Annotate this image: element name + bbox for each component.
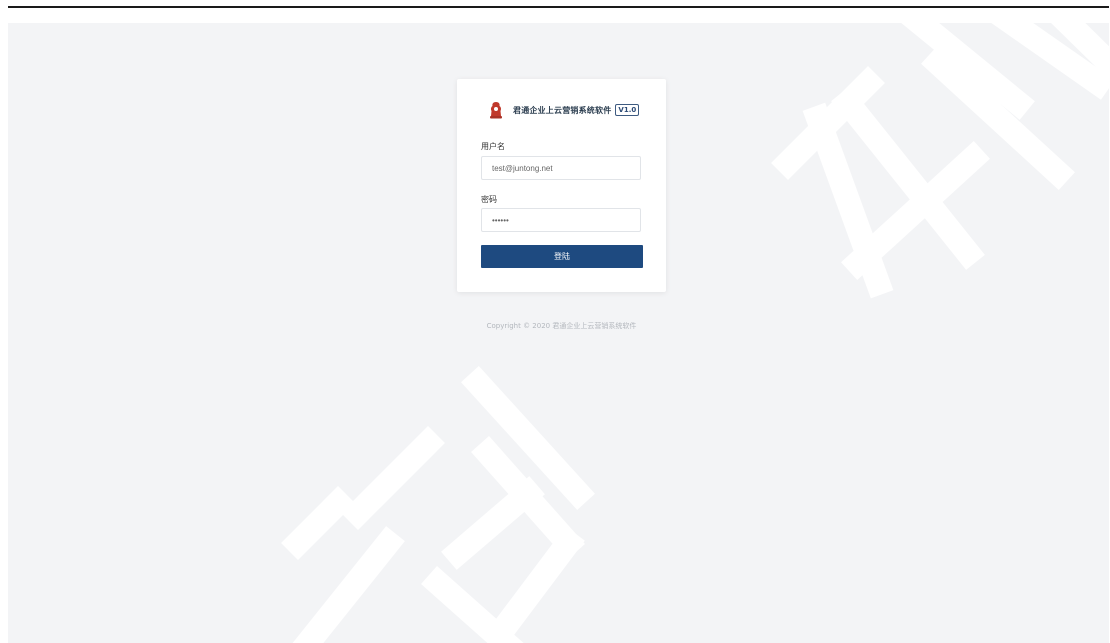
app-title: 君通企业上云营销系统软件 (513, 105, 612, 115)
username-input[interactable] (481, 156, 641, 180)
version-badge: V1.0 (615, 104, 640, 116)
login-page: 君通企业上云营销系统软件 V1.0 用户名 密码 登陆 Copyright © … (8, 23, 1109, 643)
username-label: 用户名 (481, 142, 505, 151)
chess-piece-logo-icon (490, 102, 502, 119)
top-divider (8, 6, 1109, 8)
brand-header: 君通企业上云营销系统软件 V1.0 (489, 100, 640, 120)
password-input[interactable] (481, 208, 641, 232)
login-card: 君通企业上云营销系统软件 V1.0 用户名 密码 登陆 (457, 79, 666, 292)
copyright-text: Copyright © 2020 君通企业上云营销系统软件 (486, 322, 637, 330)
password-label: 密码 (481, 195, 497, 204)
login-button[interactable]: 登陆 (481, 245, 643, 268)
